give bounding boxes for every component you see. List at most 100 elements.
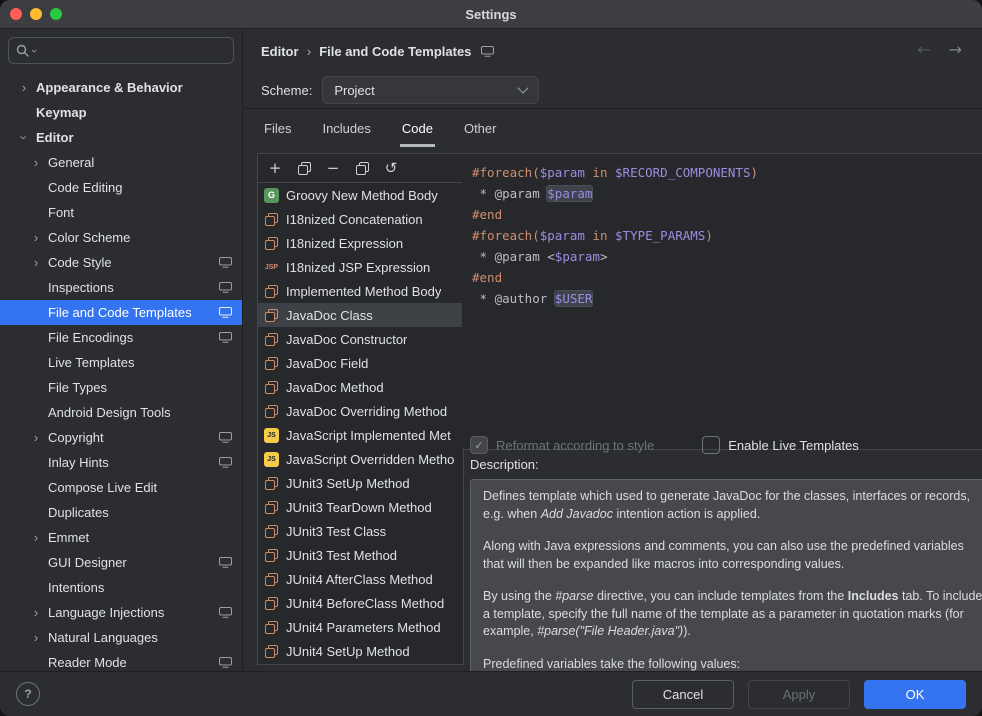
reformat-checkbox[interactable]: ✓ [470,436,488,454]
sidebar-item-language-injections[interactable]: ›Language Injections [0,600,242,625]
template-item-junit4-setup-method[interactable]: JUnit4 SetUp Method [258,639,463,663]
remove-template-icon[interactable]: − [325,160,341,176]
template-item-junit4-afterclass-method[interactable]: JUnit4 AfterClass Method [258,567,463,591]
minimize-button[interactable] [30,8,42,20]
template-item-label: JavaScript Implemented Met [286,428,451,443]
search-input[interactable] [39,42,226,59]
chevron-right-icon[interactable]: › [19,80,29,95]
help-button[interactable]: ? [16,682,40,706]
sidebar-item-label: Natural Languages [48,630,158,645]
sidebar-item-inspections[interactable]: Inspections [0,275,242,300]
template-item-javascript-overridden-metho[interactable]: JSJavaScript Overridden Metho [258,447,463,471]
forward-arrow-icon[interactable]: → [949,40,962,59]
sidebar-item-android-design-tools[interactable]: Android Design Tools [0,400,242,425]
sidebar-item-keymap[interactable]: Keymap [0,100,242,125]
project-scope-icon [219,557,232,568]
sidebar-item-label: GUI Designer [48,555,127,570]
add-template-icon[interactable]: + [267,160,283,176]
sidebar-item-appearance-behavior[interactable]: ›Appearance & Behavior [0,75,242,100]
sidebar-item-code-editing[interactable]: Code Editing [0,175,242,200]
sidebar-item-compose-live-edit[interactable]: Compose Live Edit [0,475,242,500]
titlebar: Settings [0,0,982,29]
tab-other[interactable]: Other [462,117,499,147]
template-icon [264,236,279,251]
template-item-junit3-teardown-method[interactable]: JUnit3 TearDown Method [258,495,463,519]
cancel-button[interactable]: Cancel [632,680,734,709]
template-item-label: Groovy New Method Body [286,188,438,203]
template-item-i18nized-concatenation[interactable]: I18nized Concatenation [258,207,463,231]
sidebar-item-inlay-hints[interactable]: Inlay Hints [0,450,242,475]
tab-includes[interactable]: Includes [320,117,372,147]
sidebar-item-editor[interactable]: › Editor [0,125,242,150]
tab-code[interactable]: Code [400,117,435,147]
template-item-groovy-new-method-body[interactable]: GGroovy New Method Body [258,183,463,207]
chevron-right-icon[interactable]: › [31,605,41,620]
template-item-i18nized-expression[interactable]: I18nized Expression [258,231,463,255]
sidebar-item-emmet[interactable]: ›Emmet [0,525,242,550]
duplicate-template-icon[interactable] [354,160,370,176]
chevron-right-icon[interactable]: › [31,230,41,245]
zoom-button[interactable] [50,8,62,20]
apply-button[interactable]: Apply [748,680,850,709]
breadcrumb-file-and-code-templates[interactable]: File and Code Templates [319,44,471,59]
sidebar-item-natural-languages[interactable]: › Natural Languages [0,625,242,650]
template-code-editor[interactable]: #foreach($param in $RECORD_COMPONENTS) *… [462,153,982,450]
search-history-chevron-icon[interactable]: › [28,49,40,53]
template-item-javadoc-overriding-method[interactable]: JavaDoc Overriding Method [258,399,463,423]
enable-live-templates-checkbox[interactable] [702,436,720,454]
chevron-right-icon[interactable]: › [31,630,41,645]
template-item-junit4-parameters-method[interactable]: JUnit4 Parameters Method [258,615,463,639]
sidebar-item-font[interactable]: Font [0,200,242,225]
sidebar-item-intentions[interactable]: Intentions [0,575,242,600]
sidebar-item-label: Keymap [36,105,87,120]
template-item-label: JUnit4 SetUp Method [286,644,410,659]
chevron-right-icon[interactable]: › [31,430,41,445]
sidebar-item-label: Compose Live Edit [48,480,157,495]
template-item-i18nized-jsp-expression[interactable]: JSPI18nized JSP Expression [258,255,463,279]
ok-button[interactable]: OK [864,680,966,709]
project-scope-icon [219,307,232,318]
description-label: Description: [470,457,539,472]
breadcrumb-editor[interactable]: Editor [261,44,299,59]
sidebar-item-code-style[interactable]: ›Code Style [0,250,242,275]
template-item-label: JUnit3 Test Method [286,548,397,563]
tab-files[interactable]: Files [262,117,293,147]
sidebar-item-color-scheme[interactable]: › Color Scheme [0,225,242,250]
close-button[interactable] [10,8,22,20]
sidebar-item-reader-mode[interactable]: Reader Mode [0,650,242,673]
search-field[interactable]: › [8,37,234,64]
template-item-javascript-implemented-met[interactable]: JSJavaScript Implemented Met [258,423,463,447]
chevron-right-icon[interactable]: › [31,530,41,545]
sidebar-item-copyright[interactable]: ›Copyright [0,425,242,450]
sidebar-item-gui-designer[interactable]: GUI Designer [0,550,242,575]
template-item-javadoc-field[interactable]: JavaDoc Field [258,351,463,375]
chevron-right-icon[interactable]: › [31,255,41,270]
sidebar-item-label: Color Scheme [48,230,130,245]
scheme-label: Scheme: [261,83,312,98]
template-item-implemented-method-body[interactable]: Implemented Method Body [258,279,463,303]
reset-template-icon[interactable]: ↺ [383,160,399,176]
breadcrumb: Editor › File and Code Templates [261,43,494,59]
sidebar-item-live-templates[interactable]: Live Templates [0,350,242,375]
sidebar-item-file-and-code-templates[interactable]: File and Code Templates [0,300,242,325]
template-item-javadoc-class[interactable]: JavaDoc Class [258,303,463,327]
sidebar-item-file-types[interactable]: File Types [0,375,242,400]
template-item-junit3-test-class[interactable]: JUnit3 Test Class [258,519,463,543]
sidebar-item-duplicates[interactable]: Duplicates [0,500,242,525]
back-arrow-icon[interactable]: ← [917,40,930,59]
sidebar-item-label: Live Templates [48,355,134,370]
sidebar-item-file-encodings[interactable]: File Encodings [0,325,242,350]
template-item-junit3-setup-method[interactable]: JUnit3 SetUp Method [258,471,463,495]
template-item-junit4-beforeclass-method[interactable]: JUnit4 BeforeClass Method [258,591,463,615]
sidebar-item-general[interactable]: ›General [0,150,242,175]
template-item-javadoc-method[interactable]: JavaDoc Method [258,375,463,399]
template-item-label: JavaDoc Field [286,356,368,371]
chevron-right-icon[interactable]: › [31,155,41,170]
window-controls [10,8,62,20]
sidebar-item-label: Editor [36,130,74,145]
chevron-down-icon[interactable]: › [17,133,32,143]
template-item-javadoc-constructor[interactable]: JavaDoc Constructor [258,327,463,351]
copy-template-icon[interactable] [296,160,312,176]
scheme-dropdown[interactable]: Project [322,76,539,104]
template-item-junit3-test-method[interactable]: JUnit3 Test Method [258,543,463,567]
